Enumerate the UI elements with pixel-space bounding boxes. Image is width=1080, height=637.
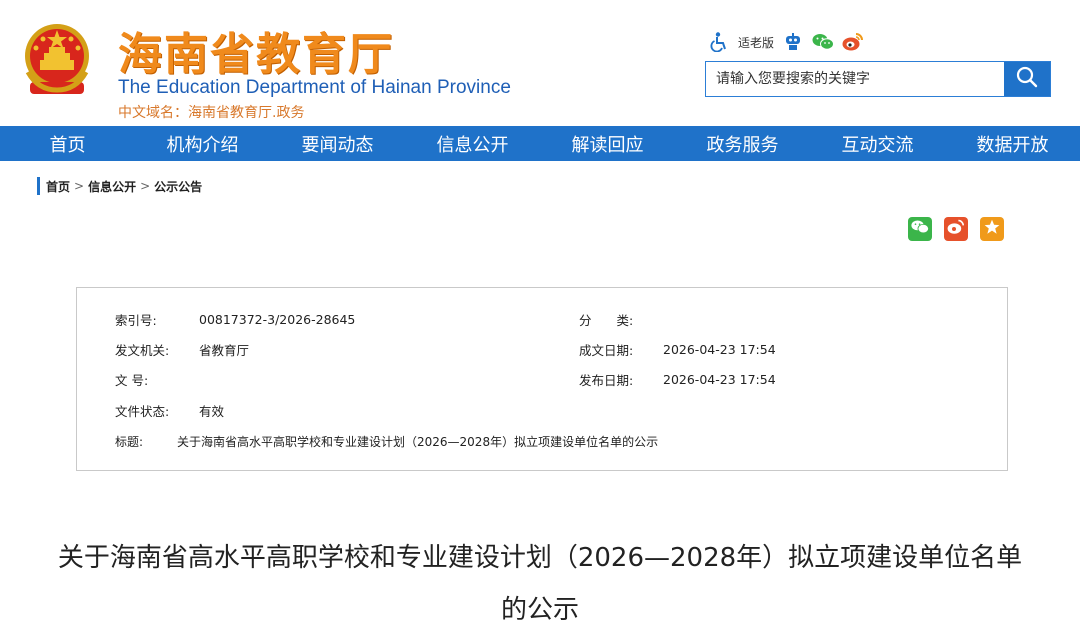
site-title[interactable]: 海南省教育厅 — [118, 18, 394, 82]
share-bar — [908, 217, 1004, 241]
header-tools: 适老版 — [708, 30, 864, 54]
meta-created-label: 成文日期: — [579, 342, 634, 358]
article-title: 关于海南省高水平高职学校和专业建设计划（2026—2028年）拟立项建设单位名单… — [57, 543, 1023, 625]
meta-docno-label: 文 号: — [115, 372, 149, 388]
meta-docno-row: 文 号: — [115, 370, 199, 388]
favorite-button[interactable] — [980, 217, 1004, 241]
breadcrumb-announcements[interactable]: 公示公告 — [154, 178, 202, 195]
meta-created-row: 成文日期: 2026-04-23 17:54 — [579, 340, 776, 358]
nav-item-disclosure[interactable]: 信息公开 — [405, 126, 540, 161]
meta-title-value: 关于海南省高水平高职学校和专业建设计划（2026—2028年）拟立项建设单位名单… — [177, 434, 659, 449]
robot-icon[interactable] — [782, 31, 804, 53]
site-subtitle-en: The Education Department of Hainan Provi… — [118, 77, 511, 98]
meta-status-row: 文件状态: 有效 — [115, 401, 224, 419]
nav-item-services[interactable]: 政务服务 — [675, 126, 810, 161]
national-emblem-icon[interactable] — [18, 20, 96, 100]
main-nav: 首页 机构介绍 要闻动态 信息公开 解读回应 政务服务 互动交流 数据开放 — [0, 126, 1080, 161]
wheelchair-icon[interactable] — [708, 31, 730, 53]
weibo-icon — [947, 219, 965, 239]
search-button[interactable] — [1004, 62, 1050, 96]
meta-published-label: 发布日期: — [579, 372, 634, 388]
site-domain: 中文域名：海南省教育厅.政务 — [118, 105, 305, 121]
breadcrumb: 首页 > 信息公开 > 公示公告 — [37, 177, 202, 195]
breadcrumb-separator: > — [140, 179, 151, 193]
meta-title-label: 标题: — [115, 434, 144, 449]
meta-issuer-label: 发文机关: — [115, 342, 170, 358]
search-bar — [705, 61, 1051, 97]
star-icon — [984, 219, 1000, 239]
search-input[interactable] — [706, 62, 1004, 96]
nav-item-interaction[interactable]: 互动交流 — [810, 126, 945, 161]
nav-item-interpretation[interactable]: 解读回应 — [540, 126, 675, 161]
nav-item-news[interactable]: 要闻动态 — [270, 126, 405, 161]
meta-published-value: 2026-04-23 17:54 — [663, 371, 776, 387]
nav-item-home[interactable]: 首页 — [0, 126, 135, 161]
meta-category-label: 分 类: — [579, 312, 634, 328]
meta-title-row: 标题: 关于海南省高水平高职学校和专业建设计划（2026—2028年）拟立项建设… — [115, 432, 658, 450]
breadcrumb-separator: > — [74, 179, 85, 193]
share-weibo-button[interactable] — [944, 217, 968, 241]
meta-status-value: 有效 — [199, 403, 225, 419]
wechat-icon[interactable] — [812, 31, 835, 53]
breadcrumb-disclosure[interactable]: 信息公开 — [88, 178, 136, 195]
document-meta-box: 索引号: 00817372-3/2026-28645 分 类: 发文机关: 省教… — [76, 287, 1008, 471]
nav-item-open-data[interactable]: 数据开放 — [945, 126, 1080, 161]
site-header: 海南省教育厅 The Education Department of Haina… — [0, 0, 1080, 126]
breadcrumb-home[interactable]: 首页 — [46, 178, 70, 195]
meta-category-row: 分 类: — [579, 310, 663, 328]
weibo-icon[interactable] — [842, 31, 864, 53]
meta-index-value: 00817372-3/2026-28645 — [199, 311, 356, 327]
meta-issuer-row: 发文机关: 省教育厅 — [115, 340, 249, 358]
search-icon — [1016, 66, 1038, 92]
share-wechat-button[interactable] — [908, 217, 932, 241]
nav-item-about[interactable]: 机构介绍 — [135, 126, 270, 161]
wechat-icon — [911, 219, 929, 239]
meta-status-label: 文件状态: — [115, 403, 170, 419]
meta-published-row: 发布日期: 2026-04-23 17:54 — [579, 370, 776, 388]
meta-created-value: 2026-04-23 17:54 — [663, 341, 776, 357]
meta-index-row: 索引号: 00817372-3/2026-28645 — [115, 310, 355, 328]
meta-issuer-value: 省教育厅 — [199, 342, 250, 358]
elder-mode-link[interactable]: 适老版 — [738, 34, 774, 51]
meta-index-label: 索引号: — [115, 312, 157, 328]
